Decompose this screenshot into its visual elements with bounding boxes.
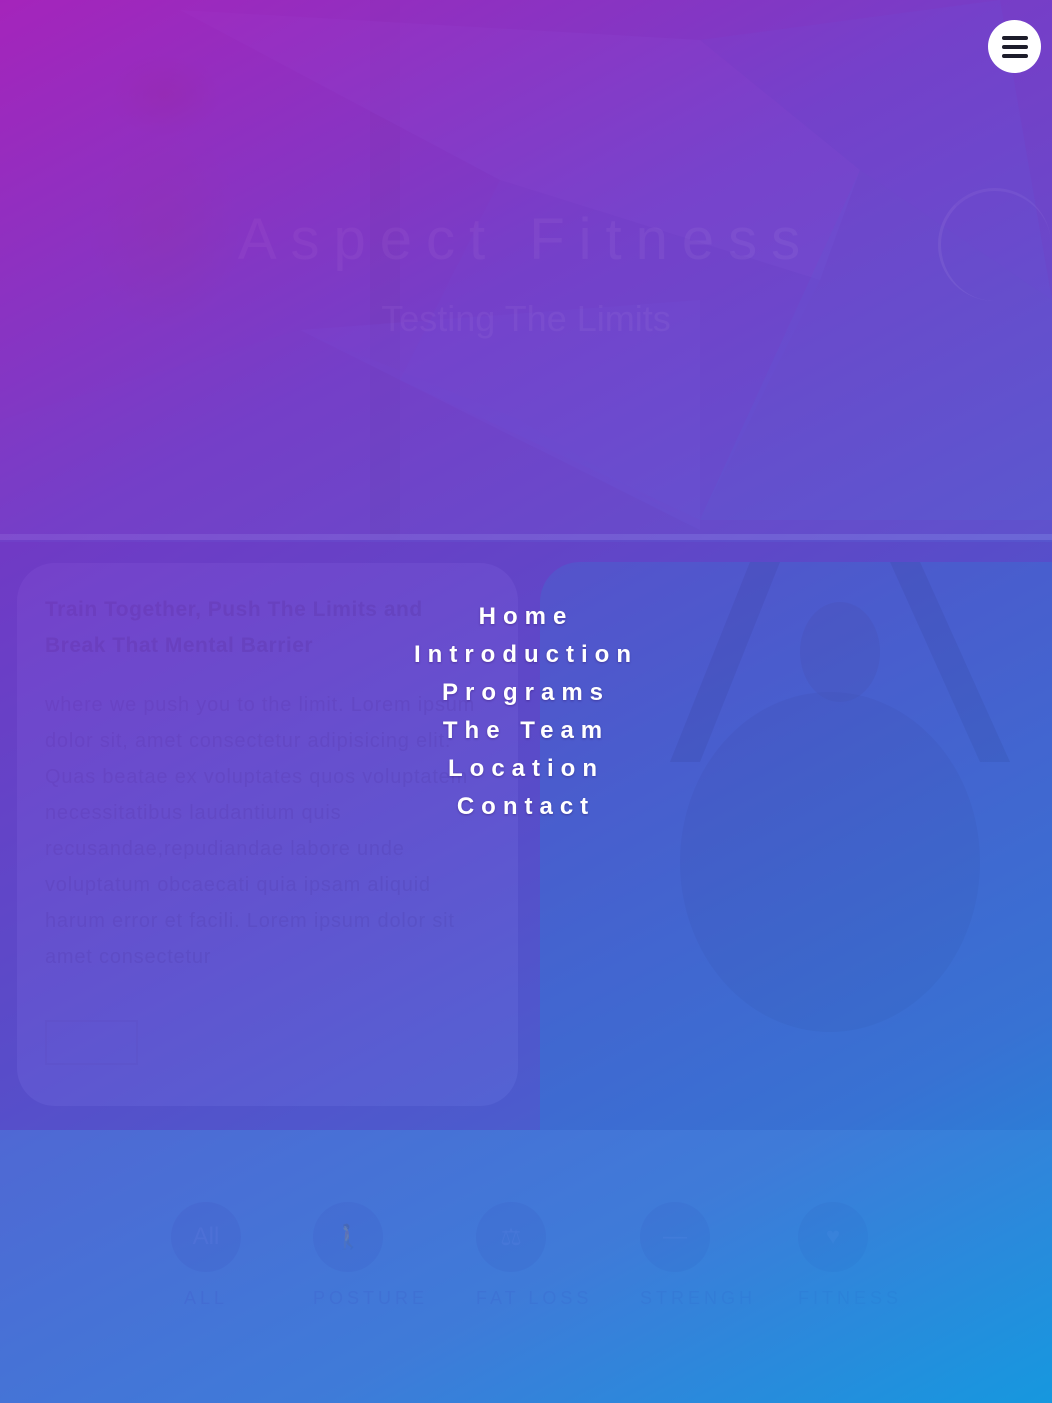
hero-title: Aspect Fitness bbox=[237, 207, 815, 272]
filter-posture[interactable]: 🚶 POSTURE bbox=[313, 1202, 429, 1309]
all-icon: All bbox=[171, 1202, 241, 1272]
scale-icon: ⚖ bbox=[476, 1202, 546, 1272]
filter-all-label: ALL bbox=[183, 1288, 229, 1308]
nav-item-introduction[interactable]: Introduction bbox=[0, 636, 1052, 674]
person-icon: 🚶 bbox=[313, 1202, 383, 1272]
filter-all[interactable]: All ALL bbox=[171, 1202, 241, 1309]
nav-item-location[interactable]: Location bbox=[0, 750, 1052, 788]
nav-menu: Home Introduction Programs The Team Loca… bbox=[0, 598, 1052, 826]
filter-strength[interactable]: — STRENGH bbox=[640, 1202, 757, 1309]
hero-subtitle: Testing The Limits bbox=[381, 298, 671, 339]
filter-fitness-label: FITNESS bbox=[798, 1288, 903, 1308]
nav-item-contact-label[interactable]: Contact bbox=[457, 793, 595, 820]
filter-fat-loss-label: FAT LOSS bbox=[476, 1288, 593, 1308]
nav-item-programs[interactable]: Programs bbox=[0, 674, 1052, 712]
filter-fitness[interactable]: ♥ FITNESS bbox=[798, 1202, 903, 1309]
nav-item-contact[interactable]: Contact bbox=[0, 788, 1052, 826]
nav-item-home-label[interactable]: Home bbox=[479, 603, 574, 630]
nav-item-location-label[interactable]: Location bbox=[448, 755, 604, 782]
programs-section: All ALL 🚶 POSTURE ⚖ FAT LOSS — STRENGH ♥… bbox=[0, 1130, 1052, 1403]
nav-item-the-team[interactable]: The Team bbox=[0, 712, 1052, 750]
hamburger-icon bbox=[1001, 35, 1028, 58]
hero-divider bbox=[0, 534, 1052, 540]
intro-read-more-button[interactable] bbox=[45, 1020, 138, 1065]
menu-toggle-button[interactable] bbox=[988, 20, 1041, 73]
filter-posture-label: POSTURE bbox=[313, 1288, 429, 1308]
filter-strength-label: STRENGH bbox=[640, 1288, 757, 1308]
heart-icon: ♥ bbox=[798, 1202, 868, 1272]
nav-item-the-team-label[interactable]: The Team bbox=[443, 717, 609, 744]
nav-item-programs-label[interactable]: Programs bbox=[442, 679, 610, 706]
page: Aspect Fitness Testing The Limits Train … bbox=[0, 0, 1052, 1403]
nav-item-introduction-label[interactable]: Introduction bbox=[414, 641, 638, 668]
filter-fat-loss[interactable]: ⚖ FAT LOSS bbox=[476, 1202, 593, 1309]
dumbbell-icon: — bbox=[640, 1202, 710, 1272]
nav-item-home[interactable]: Home bbox=[0, 598, 1052, 636]
hero-section: Aspect Fitness Testing The Limits bbox=[0, 0, 1052, 540]
